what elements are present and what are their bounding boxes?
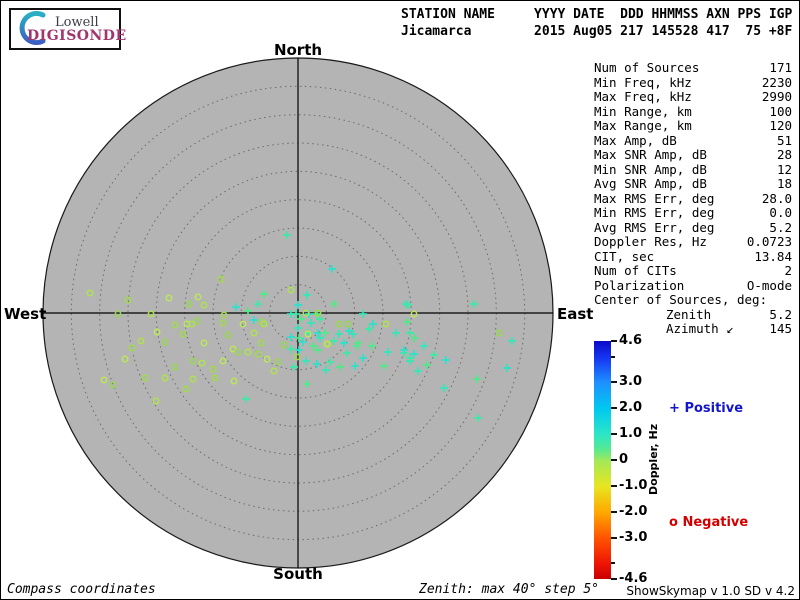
stat-row: Max Range, km 120 (594, 119, 792, 134)
stat-row: Center of Sources, deg: (594, 293, 792, 308)
footer-version: ShowSkymap v 1.0 SD v 4.2 (626, 584, 795, 598)
stat-label: Avg SNR Amp, dB (594, 177, 707, 192)
stat-row: Num of Sources 171 (594, 61, 792, 76)
stat-value: 13.84 (754, 250, 792, 265)
stat-value: O-mode (747, 279, 792, 294)
stat-value: 12 (777, 163, 792, 178)
colorbar-gradient (594, 341, 611, 579)
colorbar-tick-label: 0 (619, 453, 628, 467)
stat-row: Polarization O-mode (594, 279, 792, 294)
colorbar-minor-tick (611, 356, 615, 358)
compass-label-east: East (557, 305, 593, 323)
stat-label: Max Range, km (594, 119, 692, 134)
stat-value: 120 (769, 119, 792, 134)
stat-label: Polarization (594, 279, 684, 294)
stat-row: Min RMS Err, deg 0.0 (594, 206, 792, 221)
stat-row: Avg RMS Err, deg 5.2 (594, 221, 792, 236)
stat-row: Doppler Res, Hz 0.0723 (594, 235, 792, 250)
header-column-titles: STATION NAME YYYY DATE DDD HHMMSS AXN PP… (401, 6, 792, 23)
stat-row: Max RMS Err, deg 28.0 (594, 192, 792, 207)
stat-label: CIT, sec (594, 250, 654, 265)
circle-marker-icon: o (669, 515, 678, 530)
stat-label: Max Freq, kHz (594, 90, 692, 105)
compass-label-south: South (273, 565, 323, 583)
stat-label: Avg RMS Err, deg (594, 221, 714, 236)
stat-label: Min Range, km (594, 105, 692, 120)
stat-value: 100 (769, 105, 792, 120)
colorbar-tick (611, 340, 617, 342)
colorbar-tick-label: -3.0 (619, 531, 647, 545)
legend-positive: + Positive (669, 401, 743, 416)
colorbar-tick (611, 407, 617, 409)
colorbar-minor-tick (611, 562, 615, 564)
plus-marker-icon: + (669, 401, 680, 416)
colorbar-tick-label: 2.0 (619, 401, 642, 415)
stat-label: Center of Sources, deg: (594, 293, 767, 308)
stat-row: CIT, sec 13.84 (594, 250, 792, 265)
colorbar-tick (611, 511, 617, 513)
footer-zenith-note: Zenith: max 40° step 5° (419, 582, 599, 597)
skymap-window: Lowell DIGISONDE STATION NAME YYYY DATE … (0, 0, 800, 600)
colorbar-tick-label: 1.0 (619, 427, 642, 441)
colorbar-tick-label: 3.0 (619, 375, 642, 389)
colorbar-tick (611, 433, 617, 435)
colorbar-tick (611, 537, 617, 539)
stat-label: Max SNR Amp, dB (594, 148, 707, 163)
stat-value: 2990 (762, 90, 792, 105)
stat-value: 2 (784, 264, 792, 279)
stat-row: Max SNR Amp, dB 28 (594, 148, 792, 163)
colorbar-tick (611, 578, 617, 580)
stat-value: 28.0 (762, 192, 792, 207)
footer-coordinates-note: Compass coordinates (7, 582, 156, 597)
stat-value: 5.2 (769, 308, 792, 323)
stat-row: Max Amp, dB 51 (594, 134, 792, 149)
stat-row: Min Freq, kHz 2230 (594, 76, 792, 91)
stat-row: Min Range, km 100 (594, 105, 792, 120)
stat-row: Zenith 5.2 (594, 308, 792, 323)
stat-label: Zenith (666, 308, 711, 323)
colorbar-tick (611, 459, 617, 461)
stat-row: Num of CITs 2 (594, 264, 792, 279)
stat-label: Num of Sources (594, 61, 699, 76)
logo-digisonde-text: DIGISONDE (27, 28, 127, 44)
lowell-digisonde-logo: Lowell DIGISONDE (9, 8, 121, 50)
stat-row: Min SNR Amp, dB 12 (594, 163, 792, 178)
stat-label: Num of CITs (594, 264, 677, 279)
stat-value: 5.2 (769, 221, 792, 236)
compass-label-west: West (4, 305, 46, 323)
colorbar-title: Doppler, Hz (647, 404, 663, 514)
stat-label: Min Freq, kHz (594, 76, 692, 91)
colorbar-tick-label: -1.0 (619, 479, 647, 493)
stat-label: Min RMS Err, deg (594, 206, 714, 221)
stat-value: 145 (769, 322, 792, 337)
legend-negative-label: Negative (682, 515, 748, 530)
stats-panel: Num of Sources171Min Freq, kHz2230Max Fr… (594, 61, 792, 337)
stat-value: 51 (777, 134, 792, 149)
stat-label: Max RMS Err, deg (594, 192, 714, 207)
stat-label: Azimuth ↙ (666, 322, 734, 337)
stat-row: Max Freq, kHz 2990 (594, 90, 792, 105)
colorbar-tick-label: 4.6 (619, 334, 642, 348)
stat-label: Min SNR Amp, dB (594, 163, 707, 178)
stat-value: 0.0723 (747, 235, 792, 250)
compass-label-north: North (274, 41, 322, 59)
header-station-values: Jicamarca 2015 Aug05 217 145528 417 75 +… (401, 23, 792, 40)
stat-value: 18 (777, 177, 792, 192)
stat-value: 28 (777, 148, 792, 163)
stat-value: 171 (769, 61, 792, 76)
stat-value: 2230 (762, 76, 792, 91)
legend-positive-label: Positive (684, 401, 743, 416)
colorbar-tick-label: -2.0 (619, 505, 647, 519)
stat-label: Doppler Res, Hz (594, 235, 707, 250)
stat-row: Avg SNR Amp, dB 18 (594, 177, 792, 192)
colorbar-tick (611, 381, 617, 383)
stat-label: Max Amp, dB (594, 134, 677, 149)
colorbar-tick (611, 485, 617, 487)
legend-negative: o Negative (669, 515, 748, 530)
stat-value: 0.0 (769, 206, 792, 221)
